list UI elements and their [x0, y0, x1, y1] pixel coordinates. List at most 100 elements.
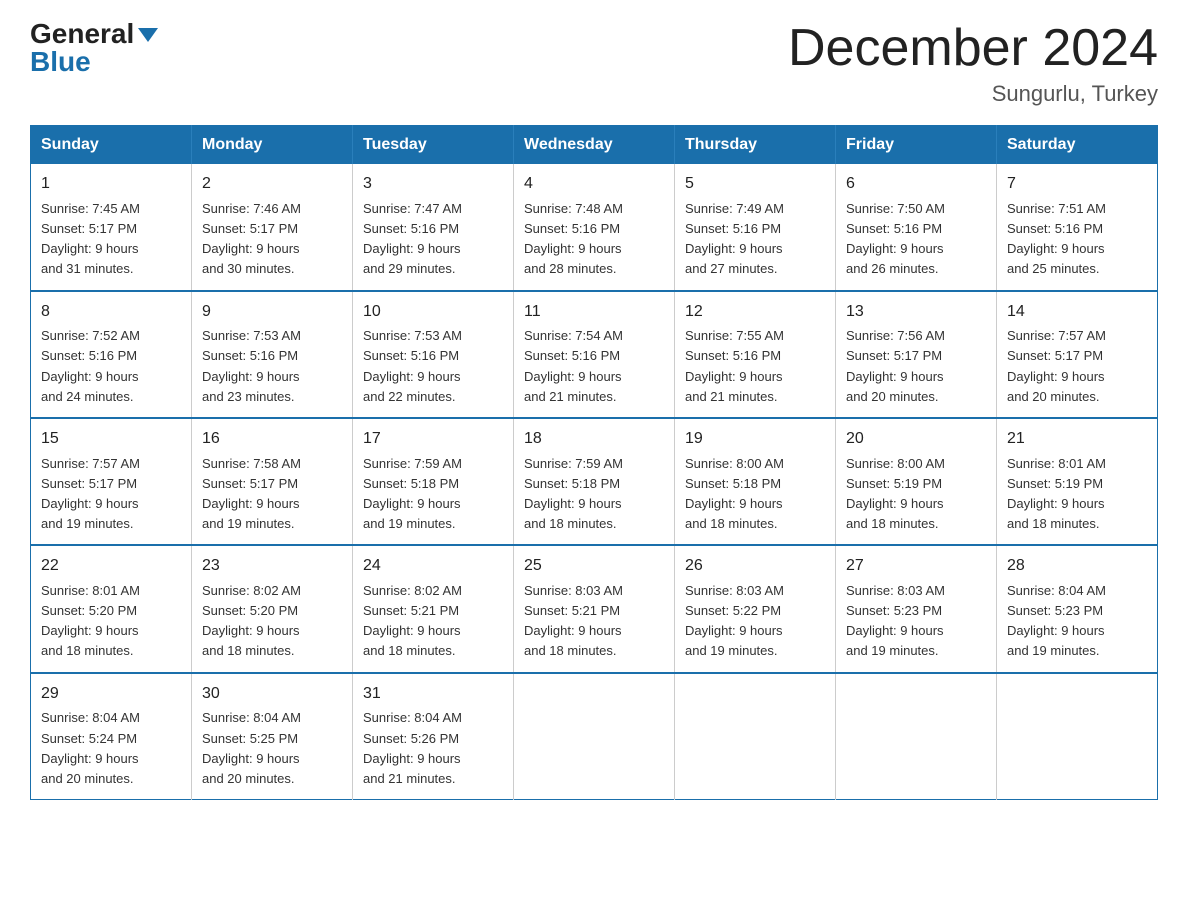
calendar-body: 1Sunrise: 7:45 AMSunset: 5:17 PMDaylight… — [31, 164, 1158, 799]
day-info: Sunrise: 8:00 AMSunset: 5:18 PMDaylight:… — [685, 454, 825, 535]
day-number: 5 — [685, 172, 825, 197]
day-info: Sunrise: 7:54 AMSunset: 5:16 PMDaylight:… — [524, 326, 664, 407]
day-number: 30 — [202, 682, 342, 707]
logo-triangle-icon — [138, 28, 158, 42]
day-info: Sunrise: 8:04 AMSunset: 5:24 PMDaylight:… — [41, 708, 181, 789]
day-cell: 2Sunrise: 7:46 AMSunset: 5:17 PMDaylight… — [192, 164, 353, 290]
day-cell: 23Sunrise: 8:02 AMSunset: 5:20 PMDayligh… — [192, 545, 353, 672]
day-cell: 18Sunrise: 7:59 AMSunset: 5:18 PMDayligh… — [514, 418, 675, 545]
day-number: 17 — [363, 427, 503, 452]
day-number: 10 — [363, 300, 503, 325]
day-number: 4 — [524, 172, 664, 197]
header-row: SundayMondayTuesdayWednesdayThursdayFrid… — [31, 126, 1158, 165]
day-info: Sunrise: 8:03 AMSunset: 5:21 PMDaylight:… — [524, 581, 664, 662]
day-info: Sunrise: 8:02 AMSunset: 5:20 PMDaylight:… — [202, 581, 342, 662]
day-info: Sunrise: 7:59 AMSunset: 5:18 PMDaylight:… — [524, 454, 664, 535]
location-subtitle: Sungurlu, Turkey — [788, 81, 1158, 107]
day-cell — [836, 673, 997, 800]
day-cell — [675, 673, 836, 800]
day-cell: 7Sunrise: 7:51 AMSunset: 5:16 PMDaylight… — [997, 164, 1158, 290]
day-number: 29 — [41, 682, 181, 707]
day-info: Sunrise: 7:56 AMSunset: 5:17 PMDaylight:… — [846, 326, 986, 407]
day-number: 26 — [685, 554, 825, 579]
week-row-5: 29Sunrise: 8:04 AMSunset: 5:24 PMDayligh… — [31, 673, 1158, 800]
day-cell: 17Sunrise: 7:59 AMSunset: 5:18 PMDayligh… — [353, 418, 514, 545]
day-info: Sunrise: 7:52 AMSunset: 5:16 PMDaylight:… — [41, 326, 181, 407]
day-cell: 12Sunrise: 7:55 AMSunset: 5:16 PMDayligh… — [675, 291, 836, 418]
day-cell: 4Sunrise: 7:48 AMSunset: 5:16 PMDaylight… — [514, 164, 675, 290]
day-info: Sunrise: 7:47 AMSunset: 5:16 PMDaylight:… — [363, 199, 503, 280]
day-info: Sunrise: 8:02 AMSunset: 5:21 PMDaylight:… — [363, 581, 503, 662]
day-number: 25 — [524, 554, 664, 579]
day-info: Sunrise: 7:57 AMSunset: 5:17 PMDaylight:… — [1007, 326, 1147, 407]
day-cell: 13Sunrise: 7:56 AMSunset: 5:17 PMDayligh… — [836, 291, 997, 418]
day-info: Sunrise: 8:04 AMSunset: 5:26 PMDaylight:… — [363, 708, 503, 789]
day-cell: 30Sunrise: 8:04 AMSunset: 5:25 PMDayligh… — [192, 673, 353, 800]
day-number: 11 — [524, 300, 664, 325]
day-number: 28 — [1007, 554, 1147, 579]
day-number: 16 — [202, 427, 342, 452]
day-info: Sunrise: 7:49 AMSunset: 5:16 PMDaylight:… — [685, 199, 825, 280]
header-cell-tuesday: Tuesday — [353, 126, 514, 165]
day-number: 23 — [202, 554, 342, 579]
day-cell: 27Sunrise: 8:03 AMSunset: 5:23 PMDayligh… — [836, 545, 997, 672]
day-number: 21 — [1007, 427, 1147, 452]
day-number: 18 — [524, 427, 664, 452]
day-info: Sunrise: 7:55 AMSunset: 5:16 PMDaylight:… — [685, 326, 825, 407]
day-info: Sunrise: 8:03 AMSunset: 5:22 PMDaylight:… — [685, 581, 825, 662]
header-cell-thursday: Thursday — [675, 126, 836, 165]
day-cell: 20Sunrise: 8:00 AMSunset: 5:19 PMDayligh… — [836, 418, 997, 545]
day-info: Sunrise: 8:00 AMSunset: 5:19 PMDaylight:… — [846, 454, 986, 535]
day-info: Sunrise: 7:58 AMSunset: 5:17 PMDaylight:… — [202, 454, 342, 535]
day-cell: 6Sunrise: 7:50 AMSunset: 5:16 PMDaylight… — [836, 164, 997, 290]
day-cell: 29Sunrise: 8:04 AMSunset: 5:24 PMDayligh… — [31, 673, 192, 800]
day-number: 19 — [685, 427, 825, 452]
day-number: 2 — [202, 172, 342, 197]
day-cell: 9Sunrise: 7:53 AMSunset: 5:16 PMDaylight… — [192, 291, 353, 418]
day-cell: 8Sunrise: 7:52 AMSunset: 5:16 PMDaylight… — [31, 291, 192, 418]
header-cell-saturday: Saturday — [997, 126, 1158, 165]
day-cell — [997, 673, 1158, 800]
day-number: 24 — [363, 554, 503, 579]
day-number: 13 — [846, 300, 986, 325]
day-cell: 25Sunrise: 8:03 AMSunset: 5:21 PMDayligh… — [514, 545, 675, 672]
logo-general-line: General — [30, 20, 158, 48]
day-info: Sunrise: 8:04 AMSunset: 5:25 PMDaylight:… — [202, 708, 342, 789]
day-info: Sunrise: 7:53 AMSunset: 5:16 PMDaylight:… — [363, 326, 503, 407]
day-number: 22 — [41, 554, 181, 579]
day-number: 14 — [1007, 300, 1147, 325]
day-cell: 10Sunrise: 7:53 AMSunset: 5:16 PMDayligh… — [353, 291, 514, 418]
day-cell: 31Sunrise: 8:04 AMSunset: 5:26 PMDayligh… — [353, 673, 514, 800]
day-number: 9 — [202, 300, 342, 325]
day-info: Sunrise: 7:53 AMSunset: 5:16 PMDaylight:… — [202, 326, 342, 407]
day-info: Sunrise: 8:03 AMSunset: 5:23 PMDaylight:… — [846, 581, 986, 662]
week-row-3: 15Sunrise: 7:57 AMSunset: 5:17 PMDayligh… — [31, 418, 1158, 545]
calendar-table: SundayMondayTuesdayWednesdayThursdayFrid… — [30, 125, 1158, 800]
logo-general-text: General — [30, 18, 134, 49]
day-number: 20 — [846, 427, 986, 452]
header-cell-monday: Monday — [192, 126, 353, 165]
day-number: 27 — [846, 554, 986, 579]
day-info: Sunrise: 7:48 AMSunset: 5:16 PMDaylight:… — [524, 199, 664, 280]
logo-blue-text: Blue — [30, 48, 91, 76]
day-info: Sunrise: 7:51 AMSunset: 5:16 PMDaylight:… — [1007, 199, 1147, 280]
day-cell: 24Sunrise: 8:02 AMSunset: 5:21 PMDayligh… — [353, 545, 514, 672]
day-number: 31 — [363, 682, 503, 707]
day-cell: 3Sunrise: 7:47 AMSunset: 5:16 PMDaylight… — [353, 164, 514, 290]
day-info: Sunrise: 8:04 AMSunset: 5:23 PMDaylight:… — [1007, 581, 1147, 662]
day-number: 7 — [1007, 172, 1147, 197]
header-cell-sunday: Sunday — [31, 126, 192, 165]
day-number: 1 — [41, 172, 181, 197]
week-row-4: 22Sunrise: 8:01 AMSunset: 5:20 PMDayligh… — [31, 545, 1158, 672]
day-number: 3 — [363, 172, 503, 197]
day-info: Sunrise: 7:57 AMSunset: 5:17 PMDaylight:… — [41, 454, 181, 535]
day-cell: 22Sunrise: 8:01 AMSunset: 5:20 PMDayligh… — [31, 545, 192, 672]
day-number: 8 — [41, 300, 181, 325]
week-row-2: 8Sunrise: 7:52 AMSunset: 5:16 PMDaylight… — [31, 291, 1158, 418]
day-cell: 1Sunrise: 7:45 AMSunset: 5:17 PMDaylight… — [31, 164, 192, 290]
day-info: Sunrise: 8:01 AMSunset: 5:20 PMDaylight:… — [41, 581, 181, 662]
calendar-header: SundayMondayTuesdayWednesdayThursdayFrid… — [31, 126, 1158, 165]
day-cell — [514, 673, 675, 800]
day-number: 15 — [41, 427, 181, 452]
day-cell: 21Sunrise: 8:01 AMSunset: 5:19 PMDayligh… — [997, 418, 1158, 545]
